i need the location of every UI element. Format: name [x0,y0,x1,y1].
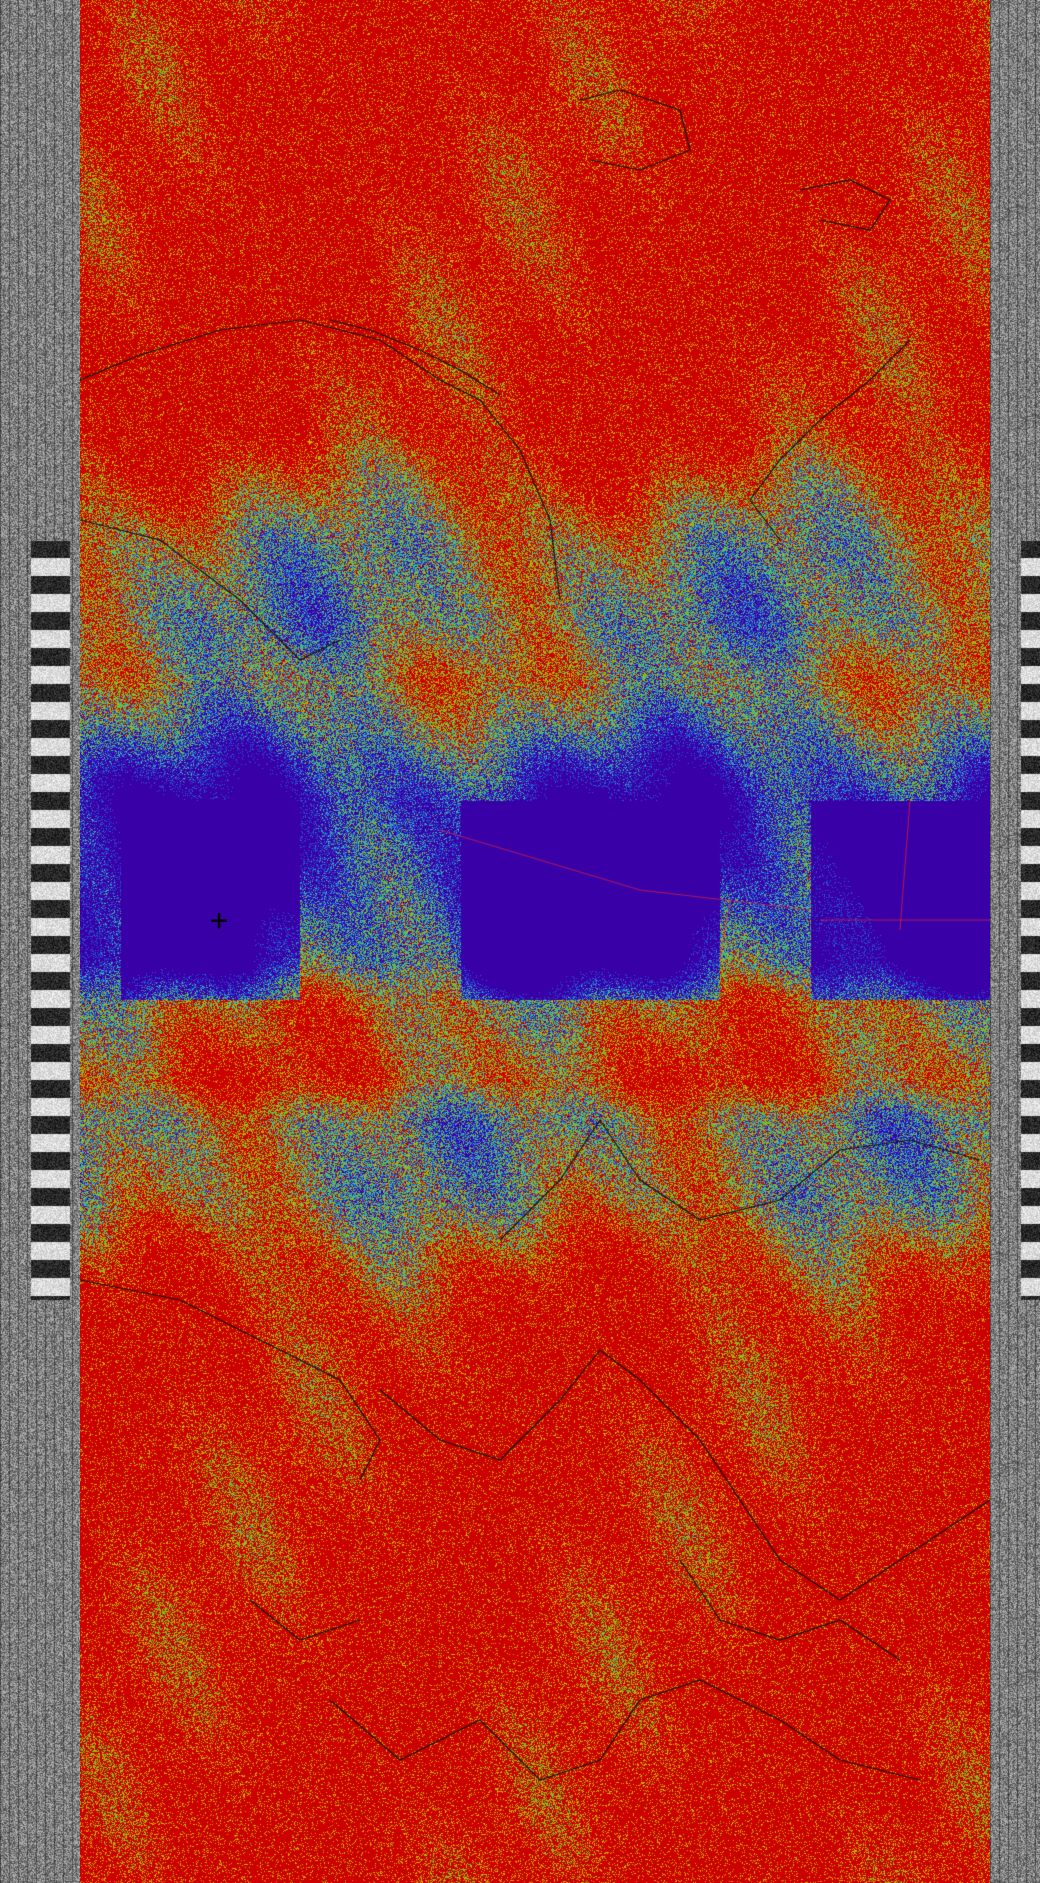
right-telemetry-strip [990,0,1040,1883]
left-telemetry-strip [0,0,80,1883]
location-marker-icon: + [210,903,229,938]
false-color-weather-image [80,0,990,1883]
satellite-image-frame: + [0,0,1040,1883]
